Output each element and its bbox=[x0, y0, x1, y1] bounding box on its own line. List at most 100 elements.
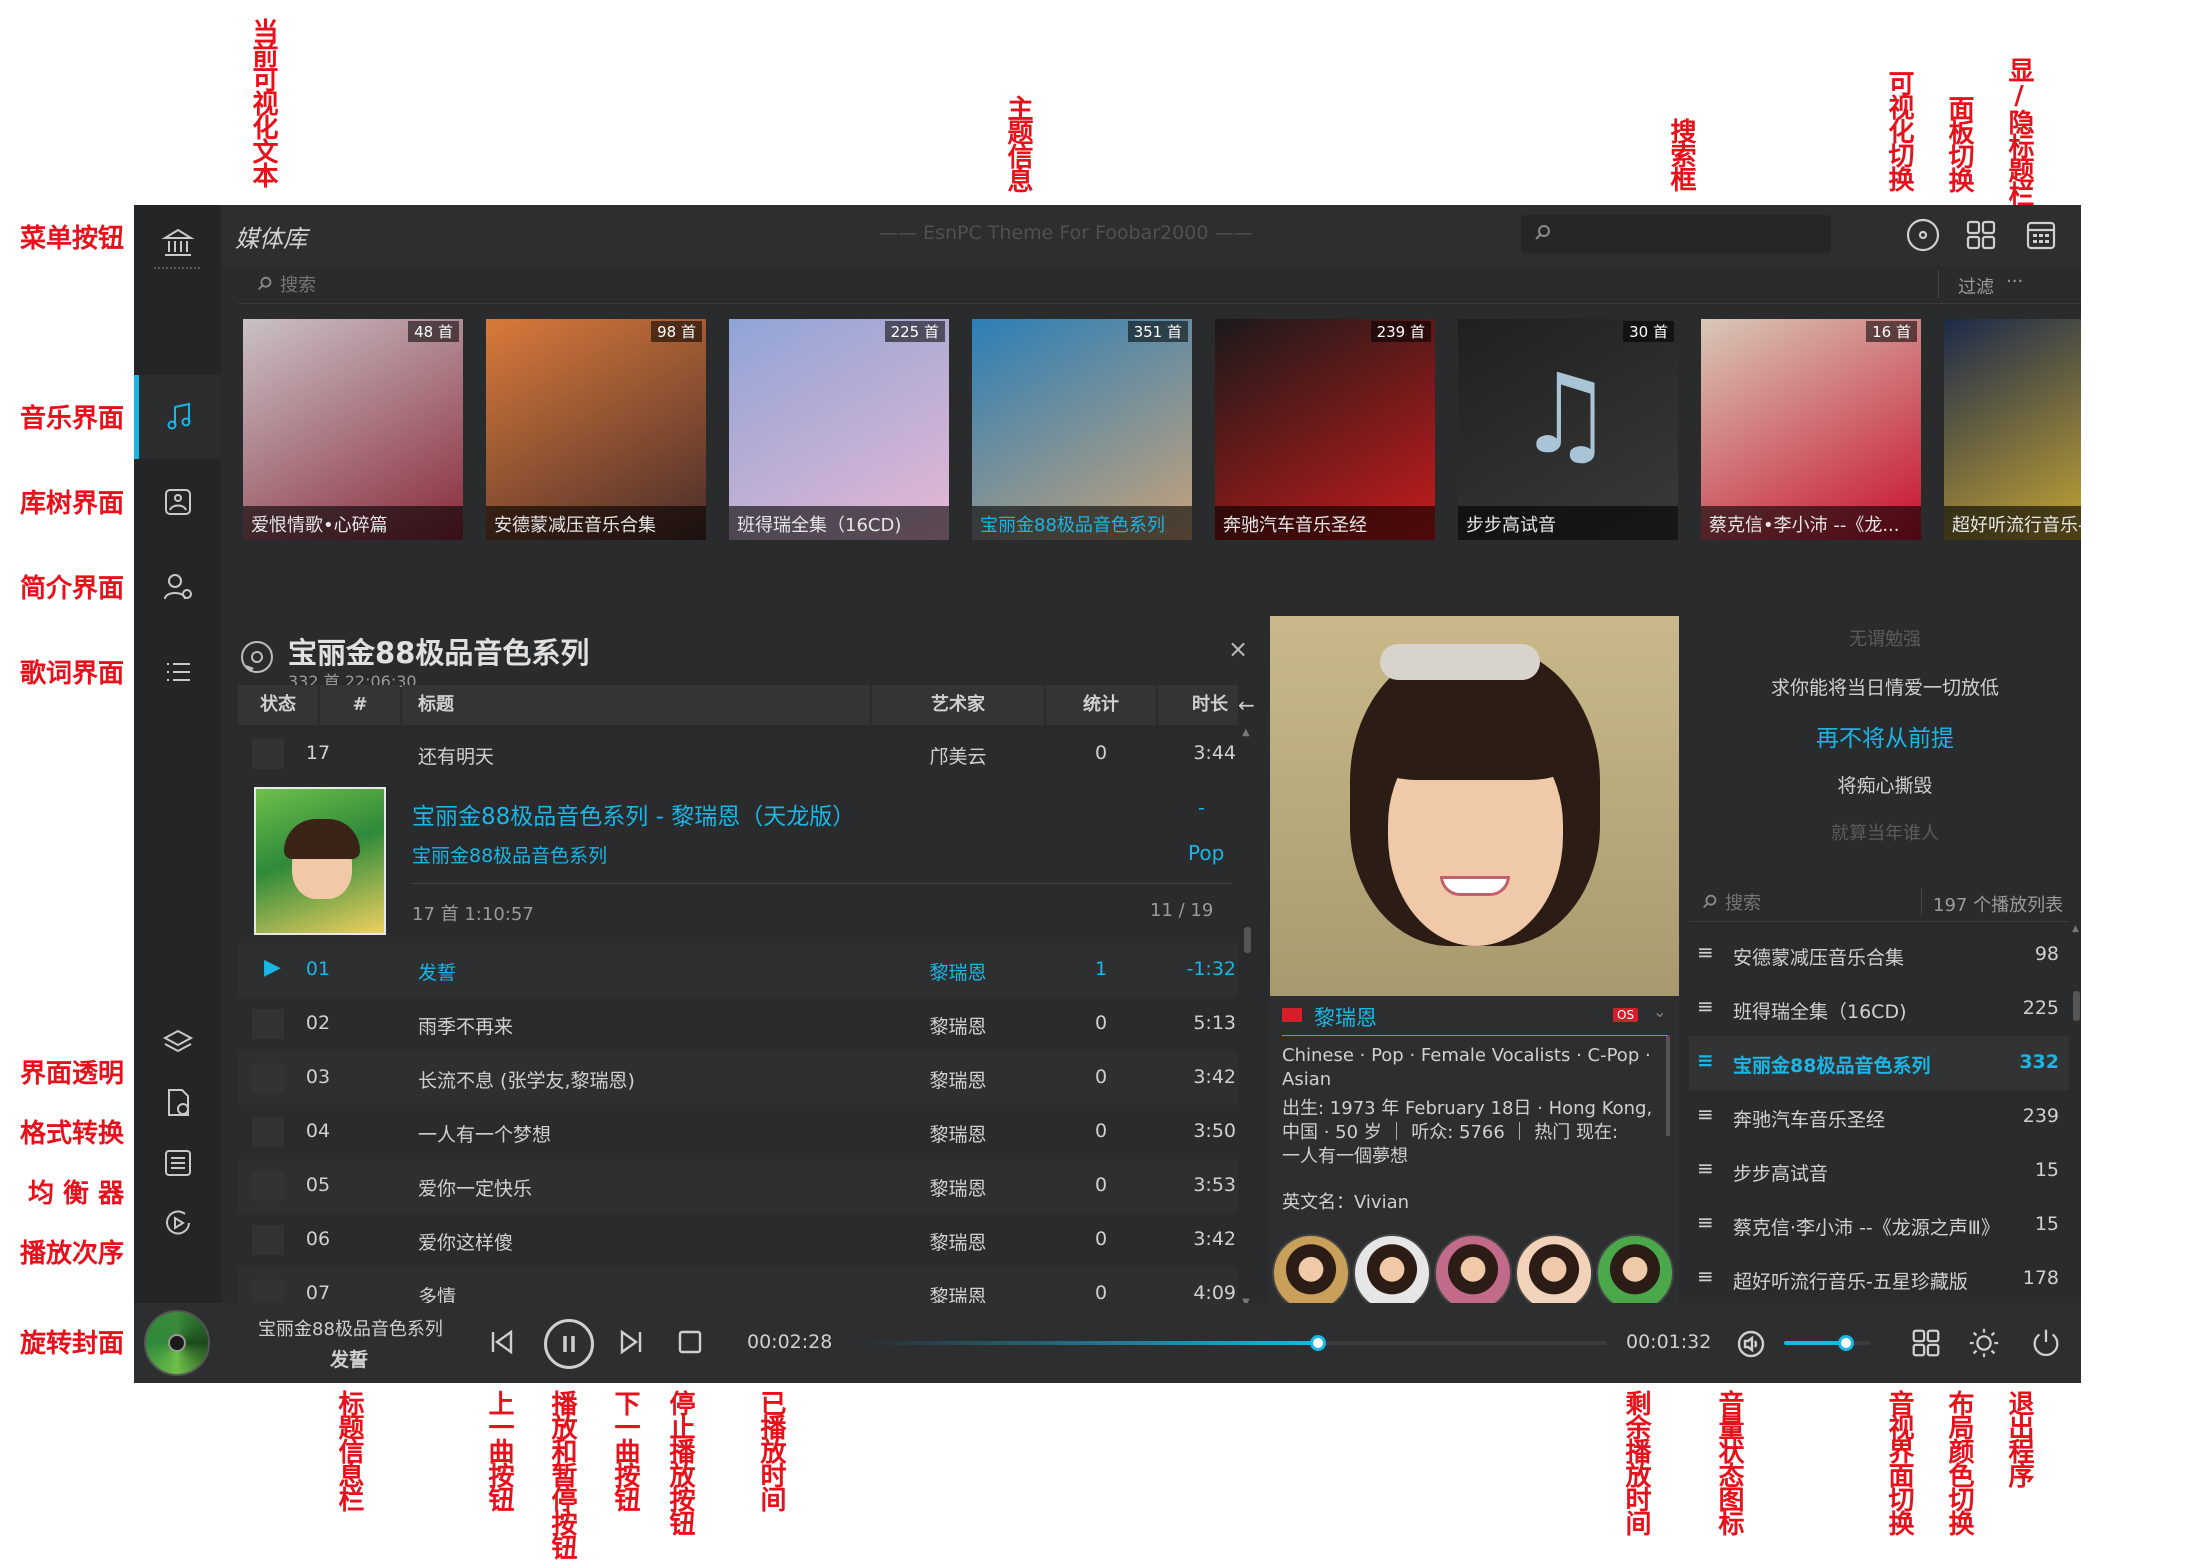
playlist-item[interactable]: ≡ 宝丽金88极品音色系列 332 bbox=[1689, 1036, 2069, 1090]
playlist-item[interactable]: ≡ 奔驰汽车音乐圣经 239 bbox=[1689, 1090, 2069, 1144]
next-button[interactable] bbox=[614, 1325, 648, 1359]
artist-thumbnail[interactable] bbox=[1272, 1234, 1350, 1312]
artist-thumbnail[interactable] bbox=[1515, 1234, 1593, 1312]
filter-button[interactable]: 过滤 bbox=[1958, 273, 1994, 299]
table-row[interactable]: ▶ 01 发誓 黎瑞恩 1 -1:32 bbox=[238, 943, 1238, 997]
track-title: 还有明天 bbox=[418, 746, 495, 768]
playlist-name: 超好听流行音乐-五星珍藏版 bbox=[1733, 1271, 1968, 1293]
layers-icon bbox=[162, 1029, 193, 1053]
playlist-icon: ≡ bbox=[1697, 1048, 1714, 1072]
playlist-item[interactable]: ≡ 步步高试音 15 bbox=[1689, 1144, 2069, 1198]
artist-dropdown-icon[interactable]: ⌄ bbox=[1653, 1002, 1666, 1021]
playlist-item[interactable]: ≡ 超好听流行音乐-五星珍藏版 178 bbox=[1689, 1252, 2069, 1306]
layout-color-button[interactable] bbox=[1966, 1325, 2002, 1361]
track-artist: 黎瑞恩 bbox=[929, 1124, 987, 1146]
annotation-remaining-time: 剩余播放时间 bbox=[1621, 1390, 1651, 1534]
album-card[interactable]: 超好听流行音乐- bbox=[1944, 319, 2081, 540]
table-row[interactable]: 04 一人有一个梦想 黎瑞恩 0 3:50 bbox=[238, 1105, 1238, 1159]
table-row[interactable]: 17 还有明天 邝美云 0 3:44 bbox=[238, 727, 1238, 781]
playlist-item[interactable]: ≡ 班得瑞全集（16CD) 225 bbox=[1689, 982, 2069, 1036]
artist-thumbnail[interactable] bbox=[1353, 1234, 1431, 1312]
filter-more-button[interactable]: ··· bbox=[2006, 271, 2023, 292]
play-pause-button[interactable] bbox=[544, 1319, 594, 1369]
music-view-button[interactable] bbox=[134, 375, 221, 459]
artist-thumbnail[interactable] bbox=[1434, 1234, 1512, 1312]
artist-photo bbox=[1270, 616, 1679, 996]
column-number[interactable]: # bbox=[320, 685, 400, 725]
album-track-count: 239 首 bbox=[1370, 321, 1431, 342]
toggle-titlebar-button[interactable] bbox=[2023, 217, 2059, 253]
table-row[interactable]: 02 雨季不再来 黎瑞恩 0 5:13 bbox=[238, 997, 1238, 1051]
hk-flag-icon bbox=[1282, 1008, 1302, 1022]
playlist-item[interactable]: ≡ 蔡克信·李小沛 --《龙源之声Ⅲ》 15 bbox=[1689, 1198, 2069, 1252]
scroll-thumb[interactable] bbox=[1244, 927, 1251, 953]
volume-knob[interactable] bbox=[1837, 1335, 1854, 1351]
column-artist[interactable]: 艺术家 bbox=[872, 685, 1044, 725]
format-convert-button[interactable] bbox=[134, 1073, 221, 1133]
prev-button[interactable] bbox=[485, 1325, 519, 1359]
progress-fill bbox=[852, 1341, 1318, 1345]
pause-icon bbox=[563, 1336, 575, 1352]
album-caption: 宝丽金88极品音色系列 bbox=[972, 506, 1192, 540]
playlist-item-count: 332 bbox=[2019, 1051, 2059, 1073]
artist-name[interactable]: 黎瑞恩 bbox=[1314, 1002, 1377, 1032]
intro-view-button[interactable] bbox=[134, 545, 221, 629]
playlist-scroll-thumb[interactable] bbox=[2073, 991, 2080, 1021]
transparency-button[interactable] bbox=[134, 1013, 221, 1073]
track-artist: 邝美云 bbox=[929, 746, 987, 768]
album-card[interactable]: 98 首安德蒙减压音乐合集 bbox=[486, 319, 706, 540]
volume-slider[interactable] bbox=[1784, 1335, 1870, 1351]
artist-scrollbar[interactable] bbox=[1666, 1036, 1670, 1136]
track-number: 06 bbox=[305, 1228, 331, 1250]
exit-button[interactable] bbox=[2028, 1325, 2064, 1361]
scroll-up-icon[interactable]: ▲ bbox=[1242, 727, 1253, 743]
album-card[interactable]: 16 首蔡克信•李小沛 --《龙... bbox=[1701, 319, 1921, 540]
group-header[interactable]: 宝丽金88极品音色系列 - 黎瑞恩（天龙版） 宝丽金88极品音色系列 - Pop… bbox=[238, 783, 1238, 935]
annotation-format-convert: 格式转换 bbox=[20, 1119, 125, 1149]
playlist-scroll-up-icon[interactable]: ▲ bbox=[2072, 924, 2079, 934]
search-box[interactable] bbox=[1521, 215, 1831, 253]
album-card[interactable]: 239 首奔驰汽车音乐圣经 bbox=[1215, 319, 1435, 540]
artist-thumbnail[interactable] bbox=[1596, 1234, 1674, 1312]
annotation-transparency: 界面透明 bbox=[20, 1059, 125, 1089]
lyrics-view-button[interactable] bbox=[134, 630, 221, 714]
library-tree-button[interactable] bbox=[134, 460, 221, 544]
column-title[interactable]: 标题 bbox=[402, 685, 870, 725]
album-card[interactable]: 225 首班得瑞全集（16CD) bbox=[729, 319, 949, 540]
av-switch-button[interactable] bbox=[1908, 1325, 1944, 1361]
column-stats[interactable]: 统计 bbox=[1046, 685, 1156, 725]
playlist-icon: ≡ bbox=[1697, 1156, 1714, 1180]
playlist-item[interactable]: ≡ 安德蒙减压音乐合集 98 bbox=[1689, 928, 2069, 982]
visual-switch-button[interactable] bbox=[1905, 217, 1941, 253]
lyric-line: 求你能将当日情爱一切放低 bbox=[1770, 677, 1999, 699]
table-row[interactable]: 05 爱你一定快乐 黎瑞恩 0 3:53 bbox=[238, 1159, 1238, 1213]
equalizer-button[interactable] bbox=[134, 1133, 221, 1193]
album-card[interactable]: 351 首宝丽金88极品音色系列 bbox=[972, 319, 1192, 540]
playlist-item-count: 178 bbox=[2022, 1267, 2059, 1289]
column-duration[interactable]: 时长 bbox=[1158, 685, 1238, 725]
library-search-input[interactable] bbox=[280, 271, 580, 299]
title-bar: 媒体库 —— EsnPC Theme For Foobar2000 —— bbox=[134, 205, 2081, 266]
image-icon bbox=[164, 489, 191, 515]
table-row[interactable]: 03 长流不息 (张学友,黎瑞恩) 黎瑞恩 0 3:42 bbox=[238, 1051, 1238, 1105]
album-card[interactable]: ♫ 30 首步步高试音 bbox=[1458, 319, 1678, 540]
column-status[interactable]: 状态 bbox=[238, 685, 318, 725]
stop-button[interactable] bbox=[675, 1327, 705, 1357]
track-stats: 0 bbox=[1094, 1174, 1108, 1196]
playlist-search-input[interactable] bbox=[1725, 889, 1865, 917]
progress-bar[interactable] bbox=[852, 1335, 1607, 1351]
panel-switch-button[interactable] bbox=[1963, 217, 1999, 253]
progress-knob[interactable] bbox=[1309, 1335, 1326, 1351]
search-input[interactable] bbox=[1559, 220, 1819, 248]
volume-button[interactable] bbox=[1734, 1327, 1768, 1361]
play-order-button[interactable] bbox=[134, 1193, 221, 1253]
table-row[interactable]: 06 爱你这样傻 黎瑞恩 0 3:42 bbox=[238, 1213, 1238, 1267]
track-title: 一人有一个梦想 bbox=[418, 1124, 552, 1146]
artist-bio-line2: 中国 · 50 岁 ｜ 听众: 5766 ｜ 热门 现在: bbox=[1282, 1122, 1619, 1143]
album-card[interactable]: 48 首爱恨情歌•心碎篇 bbox=[243, 319, 463, 540]
rotating-cover[interactable] bbox=[144, 1310, 210, 1376]
track-scrollbar[interactable]: ▲ ▼ bbox=[1242, 727, 1253, 1383]
close-album-button[interactable]: × bbox=[1228, 635, 1248, 663]
artist-bio-line3: 一人有一個夢想 bbox=[1282, 1146, 1408, 1167]
album-caption: 蔡克信•李小沛 --《龙... bbox=[1701, 506, 1921, 540]
